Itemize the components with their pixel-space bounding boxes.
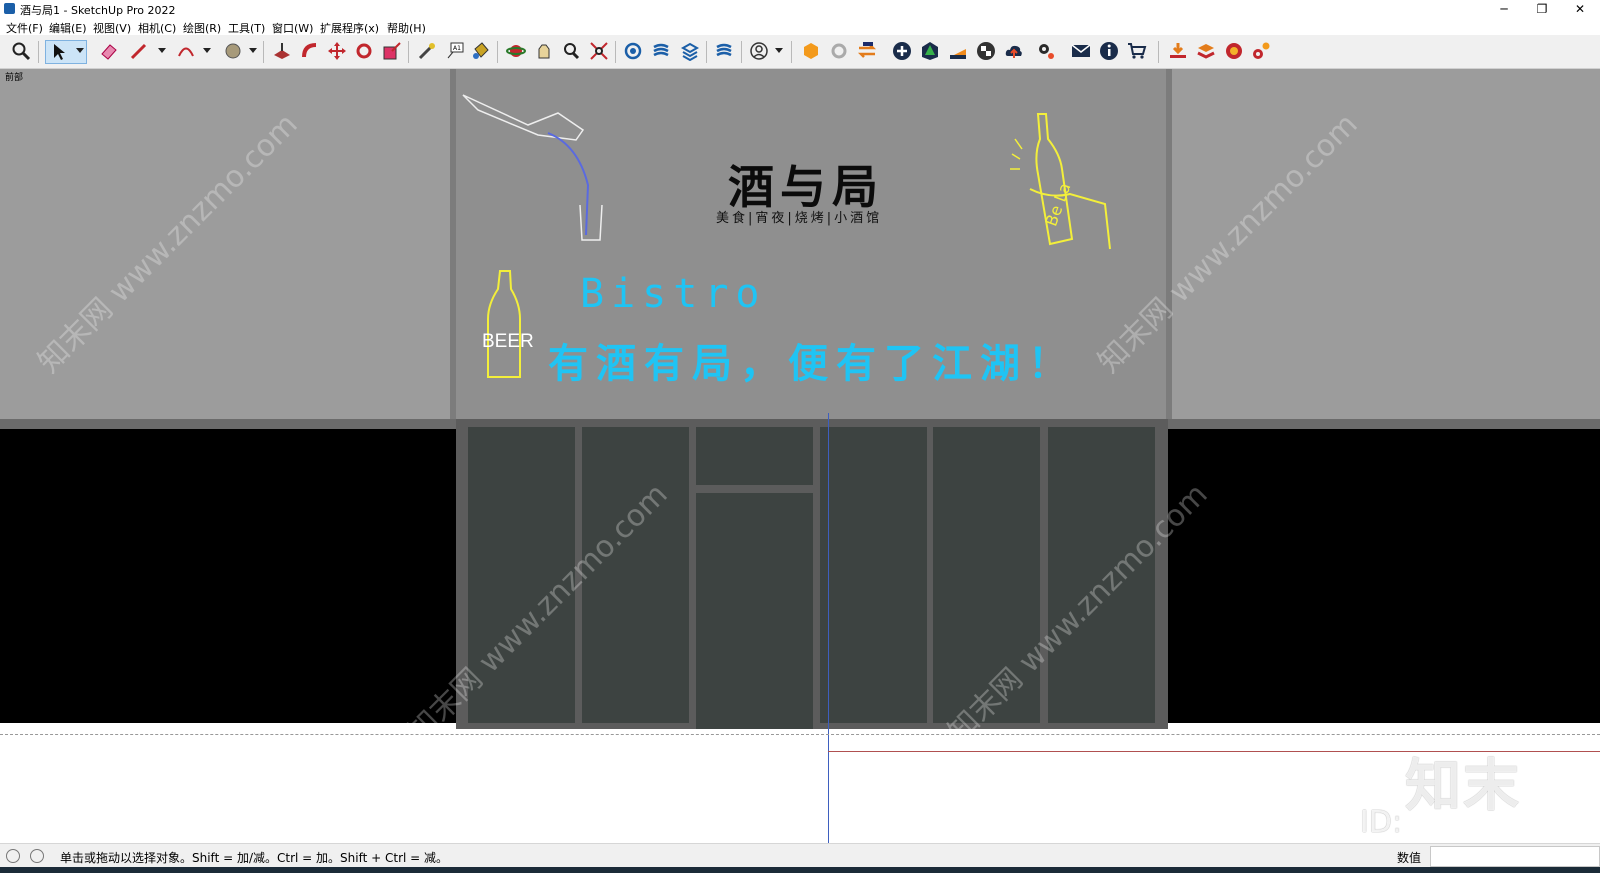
pouring-bottle-neon: [462, 94, 603, 241]
layout-icon[interactable]: [713, 40, 735, 62]
render-icon[interactable]: [1223, 40, 1245, 62]
minimize-button[interactable]: ─: [1486, 0, 1522, 18]
move-icon[interactable]: [326, 40, 348, 62]
menu-help[interactable]: 帮助(H): [387, 20, 426, 36]
close-button[interactable]: ✕: [1562, 0, 1598, 18]
beer-bottle-neon: [487, 270, 521, 378]
menu-camera[interactable]: 相机(C): [138, 20, 176, 36]
warehouse-icon[interactable]: [622, 40, 644, 62]
tape-measure-icon[interactable]: [416, 40, 438, 62]
transom-panel: [696, 427, 813, 485]
menu-window[interactable]: 窗口(W): [272, 20, 313, 36]
menu-draw[interactable]: 绘图(R): [183, 20, 221, 36]
refresh-icon[interactable]: [828, 40, 850, 62]
info-icon[interactable]: [30, 849, 44, 863]
menu-tools[interactable]: 工具(T): [228, 20, 265, 36]
add-icon[interactable]: [891, 40, 913, 62]
sign-subtitle: 美食|宵夜|烧烤|小酒馆: [716, 211, 883, 226]
beer-neon-label: BEER: [482, 331, 534, 352]
slogan-neon-text: 有酒有局，便有了江湖！: [548, 341, 1076, 387]
left-window: [0, 429, 456, 723]
svg-text:A1: A1: [453, 45, 461, 52]
sunset-icon[interactable]: [947, 40, 969, 62]
pan-icon[interactable]: [533, 40, 555, 62]
plugin-orange-icon[interactable]: [800, 40, 822, 62]
mail-icon[interactable]: [1070, 40, 1092, 62]
sketchup-app-icon: [4, 3, 15, 14]
zoom-extents-icon[interactable]: [588, 40, 610, 62]
geo-location-icon[interactable]: [6, 849, 20, 863]
checker-icon[interactable]: [975, 40, 997, 62]
entrance-door: [696, 493, 813, 729]
menu-file[interactable]: 文件(F): [6, 20, 43, 36]
share-model-icon[interactable]: [650, 40, 672, 62]
scene-tab[interactable]: 前部: [5, 70, 23, 83]
window-title: 酒与局1 - SketchUp Pro 2022: [20, 4, 176, 17]
cloud-upload-icon[interactable]: [1003, 40, 1025, 62]
glass-panel: [820, 427, 927, 723]
account-icon[interactable]: [748, 40, 770, 62]
info-icon[interactable]: [1098, 40, 1120, 62]
text-label-icon[interactable]: A1: [444, 40, 466, 62]
measurements-input[interactable]: [1430, 846, 1600, 867]
paint-bucket-icon[interactable]: [470, 40, 492, 62]
measurements-label: 数值: [1397, 851, 1422, 865]
menu-view[interactable]: 视图(V): [93, 20, 131, 36]
title-bar: 酒与局1 - SketchUp Pro 2022 ─ ❐ ✕: [0, 0, 1600, 18]
zoom-icon[interactable]: [10, 40, 32, 62]
blue-axis-line: [828, 413, 829, 843]
pencil-icon[interactable]: [128, 40, 150, 62]
sync-icon[interactable]: [856, 40, 878, 62]
hand-bottle-neon: Be La: [1010, 113, 1111, 250]
menu-extensions[interactable]: 扩展程序(x): [320, 20, 379, 36]
render-settings-icon[interactable]: [1250, 40, 1272, 62]
cart-icon[interactable]: [1126, 40, 1148, 62]
import-icon[interactable]: [1167, 40, 1189, 62]
circle-icon[interactable]: [222, 40, 244, 62]
zoom-window-icon[interactable]: [560, 40, 582, 62]
eraser-icon[interactable]: [98, 40, 120, 62]
status-hint: 单击或拖动以选择对象。Shift = 加/减。Ctrl = 加。Shift + …: [60, 851, 449, 865]
menu-edit[interactable]: 编辑(E): [49, 20, 87, 36]
scale-icon[interactable]: [381, 40, 403, 62]
ground-line: [0, 734, 1600, 736]
model-viewport[interactable]: 前部 Be La BEER 酒与局 美食|宵夜|烧烤|小酒馆 Bistro 有酒…: [0, 69, 1600, 843]
taskbar: [0, 867, 1600, 873]
right-window: [1168, 429, 1600, 723]
rotate-icon[interactable]: [353, 40, 375, 62]
push-pull-icon[interactable]: [271, 40, 293, 62]
menu-bar: 文件(F) 编辑(E) 视图(V) 相机(C) 绘图(R) 工具(T) 窗口(W…: [0, 18, 1600, 35]
settings-icon[interactable]: [1035, 40, 1057, 62]
extension-warehouse-icon[interactable]: [679, 40, 701, 62]
restore-button[interactable]: ❐: [1524, 0, 1560, 18]
tree-icon[interactable]: [919, 40, 941, 62]
status-bar: 单击或拖动以选择对象。Shift = 加/减。Ctrl = 加。Shift + …: [0, 843, 1600, 868]
bistro-neon-text: Bistro: [580, 271, 767, 317]
orbit-icon[interactable]: [505, 40, 527, 62]
follow-me-icon[interactable]: [299, 40, 321, 62]
arc-icon[interactable]: [175, 40, 197, 62]
toolbar: A1: [0, 35, 1600, 69]
layer-icon[interactable]: [1195, 40, 1217, 62]
